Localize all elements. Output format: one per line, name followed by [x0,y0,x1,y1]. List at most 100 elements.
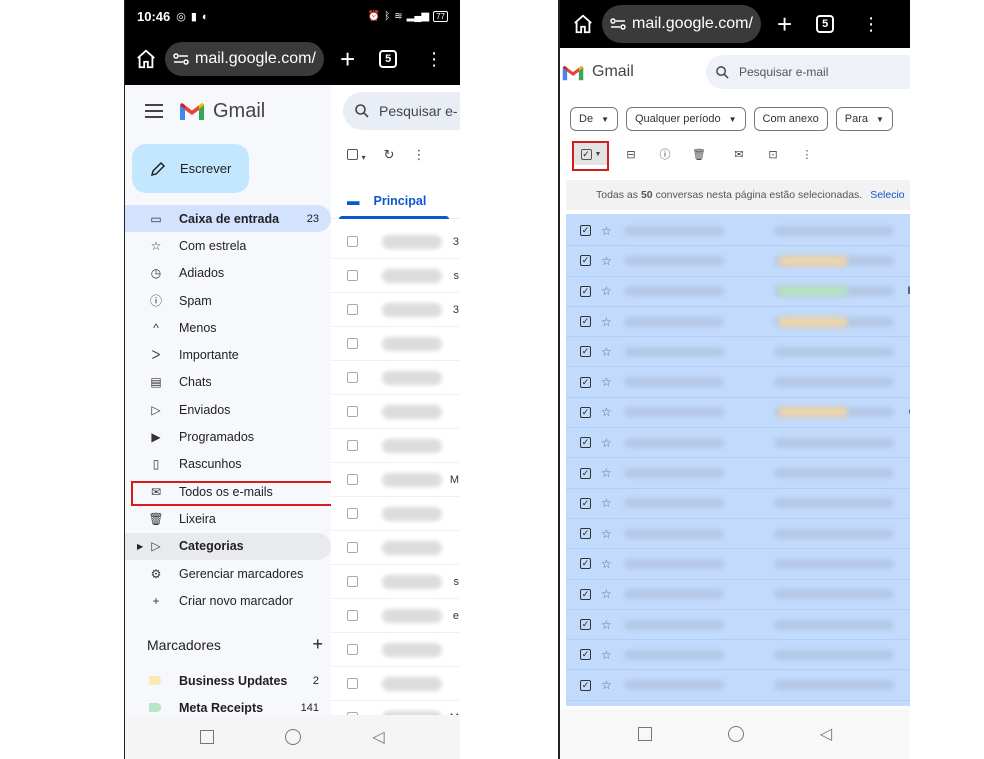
star-icon[interactable]: ☆ [601,405,612,419]
new-tab-button[interactable]: + [340,46,355,72]
mail-row[interactable] [331,633,460,667]
select-all-conversations-link[interactable]: Selecio [870,189,904,201]
star-icon[interactable]: ☆ [601,527,612,541]
mail-row[interactable]: 3 [331,293,460,327]
compose-button[interactable]: Escrever [132,144,249,193]
star-icon[interactable]: ☆ [601,496,612,510]
row-checkbox[interactable] [347,542,358,553]
mail-row[interactable]: ✓ ☆ le [566,277,910,307]
mail-row[interactable]: ✓☆e [566,489,910,519]
sidebar-item-less[interactable]: ^ Menos [125,314,331,341]
star-icon[interactable]: ☆ [601,557,612,571]
row-checkbox[interactable]: ✓ [580,588,591,600]
site-settings-icon[interactable] [610,17,626,31]
back-button[interactable]: ◁ [820,724,832,744]
mail-row[interactable]: ✓☆a [566,307,910,338]
mail-row[interactable]: ✓☆e [566,580,910,610]
row-checkbox[interactable]: ✓ [580,255,591,267]
select-all-checkbox[interactable]: ▾ [347,148,366,163]
new-tab-button[interactable]: + [777,11,792,37]
row-checkbox[interactable]: ✓ [580,346,591,358]
chip-any-time[interactable]: Qualquer período ▼ [625,107,746,131]
tab-principal[interactable]: ▬ Principal [331,183,460,219]
row-checkbox[interactable] [347,576,358,587]
mail-row[interactable]: M [331,463,460,497]
tab-switcher-button[interactable]: 5 [379,50,398,68]
mark-as-read-icon[interactable]: ✉ [728,143,750,165]
add-label-button[interactable]: + [312,635,323,653]
star-icon[interactable]: ☆ [601,284,612,298]
chip-from[interactable]: De ▼ [570,107,618,131]
row-checkbox[interactable]: ✓ [580,558,591,570]
mail-row[interactable]: 3 [331,225,460,259]
mail-row[interactable]: ✓☆e [566,216,910,247]
star-icon[interactable]: ☆ [601,587,612,601]
search-input[interactable]: Pesquisar e-mail [706,55,910,89]
more-options-icon[interactable]: ⋮ [413,147,426,163]
recents-button[interactable] [200,730,215,744]
mail-row[interactable] [331,395,460,429]
row-checkbox[interactable]: ✓ [580,285,591,297]
more-options-icon[interactable]: ⋮ [796,143,818,165]
archive-icon[interactable]: ⊟ [620,143,642,165]
row-checkbox[interactable] [347,508,358,519]
sidebar-item-spam[interactable]: ⓘ Spam [125,287,331,314]
report-spam-icon[interactable]: ⓘ [654,143,676,165]
star-icon[interactable]: ☆ [601,436,612,450]
home-button[interactable] [727,726,744,742]
row-checkbox[interactable]: ✓ [580,528,591,540]
refresh-icon[interactable]: ↻ [384,147,395,163]
mail-row[interactable] [331,327,460,361]
address-bar[interactable]: mail.google.com/ [165,42,324,76]
star-icon[interactable]: ☆ [601,648,612,662]
row-checkbox[interactable]: ✓ [580,406,591,418]
mail-row[interactable]: s [331,565,460,599]
mail-row[interactable]: ✓☆e [566,519,910,550]
sidebar-item-inbox[interactable]: ▭ Caixa de entrada 23 [125,205,331,233]
sidebar-item-scheduled[interactable]: ▶ Programados [125,423,331,450]
mail-row[interactable]: ✓☆e [566,549,910,580]
star-icon[interactable]: ☆ [601,345,612,359]
sidebar-item-categories[interactable]: ▶ ▷ Categorias [125,532,331,560]
home-icon[interactable] [135,48,157,70]
row-checkbox[interactable] [347,372,358,383]
row-checkbox[interactable]: ✓ [580,376,591,388]
address-bar[interactable]: mail.google.com/ [602,5,761,43]
sidebar-item-chats[interactable]: ▤ Chats [125,369,331,396]
row-checkbox[interactable] [347,270,358,281]
mail-row[interactable]: ✓☆e [566,368,910,398]
row-checkbox[interactable] [347,474,358,485]
site-settings-icon[interactable] [173,52,189,66]
row-checkbox[interactable]: ✓ [580,437,591,449]
mail-row[interactable]: s [331,259,460,293]
row-checkbox[interactable]: ✓ [580,679,591,691]
row-checkbox[interactable] [347,236,358,247]
mail-row[interactable]: ✓☆e [566,428,910,459]
expand-arrow-icon[interactable]: ▶ [137,542,143,551]
mail-row[interactable] [331,497,460,531]
label-item[interactable]: Business Updates 2 [125,667,331,694]
sidebar-item-starred[interactable]: ☆ Com estrela [125,232,331,259]
home-button[interactable] [285,729,302,745]
mail-row[interactable]: e [331,599,460,633]
mail-row[interactable]: ✓☆e [566,337,910,368]
row-checkbox[interactable]: ✓ [580,225,591,237]
mail-row[interactable]: ✓☆e [566,610,910,641]
menu-icon[interactable] [145,104,163,118]
mail-row[interactable] [331,361,460,395]
row-checkbox[interactable] [347,304,358,315]
search-input[interactable]: Pesquisar e- [343,92,460,130]
more-options-icon[interactable]: ⋮ [425,50,443,68]
chip-has-attachment[interactable]: Com anexo [753,107,828,131]
row-checkbox[interactable] [347,338,358,349]
recents-button[interactable] [637,727,652,741]
star-icon[interactable]: ☆ [601,315,612,329]
move-to-icon[interactable]: ⊡ [762,143,784,165]
sidebar-item-sent[interactable]: ▷ Enviados [125,396,331,423]
row-checkbox[interactable]: ✓ [580,619,591,631]
row-checkbox[interactable] [347,644,358,655]
row-checkbox[interactable]: ✓ [580,467,591,479]
row-checkbox[interactable]: ✓ [580,497,591,509]
sidebar-item-manage-labels[interactable]: ⚙ Gerenciar marcadores [125,560,331,587]
row-checkbox[interactable] [347,678,358,689]
